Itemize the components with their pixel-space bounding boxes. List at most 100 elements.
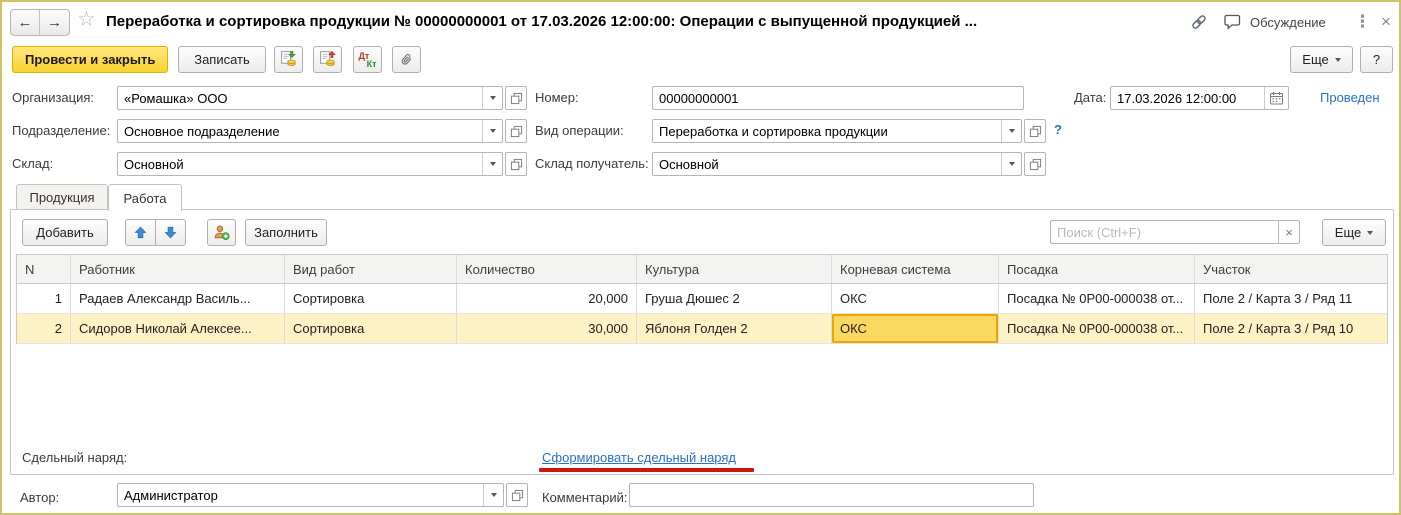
- debit-credit-button[interactable]: Дт Кт: [353, 46, 382, 73]
- grid-more-button[interactable]: Еще: [1322, 219, 1386, 246]
- tab-work[interactable]: Работа: [108, 184, 182, 211]
- cell-plot[interactable]: Поле 2 / Карта 3 / Ряд 11: [1195, 284, 1387, 313]
- arrow-up-icon: [134, 226, 147, 239]
- move-row-up-button[interactable]: [125, 219, 156, 246]
- chevron-down-icon: [1334, 57, 1341, 62]
- cell-quantity[interactable]: 20,000: [457, 284, 637, 313]
- more-menu-icon[interactable]: ⋮: [1354, 12, 1371, 32]
- close-icon[interactable]: ×: [1381, 12, 1391, 32]
- page-title: Переработка и сортировка продукции № 000…: [106, 13, 978, 30]
- calendar-icon[interactable]: [1264, 87, 1288, 109]
- organization-open-button[interactable]: [505, 86, 527, 110]
- dropdown-arrow-icon[interactable]: [482, 120, 502, 142]
- tab-products[interactable]: Продукция: [16, 184, 108, 209]
- organization-field[interactable]: «Ромашка» ООО: [117, 86, 503, 110]
- cell-work-type[interactable]: Сортировка: [285, 314, 457, 343]
- comment-input[interactable]: [629, 483, 1034, 507]
- discussion-label[interactable]: Обсуждение: [1250, 15, 1326, 30]
- attachments-button[interactable]: [392, 46, 421, 73]
- cell-worker[interactable]: Радаев Александр Василь...: [71, 284, 285, 313]
- department-open-button[interactable]: [505, 119, 527, 143]
- author-open-button[interactable]: [506, 483, 528, 507]
- date-field[interactable]: 17.03.2026 12:00:00: [1110, 86, 1289, 110]
- status-badge: Проведен: [1320, 90, 1380, 105]
- move-row-down-button[interactable]: [155, 219, 186, 246]
- back-icon[interactable]: ←: [11, 10, 40, 35]
- dropdown-arrow-icon[interactable]: [482, 87, 502, 109]
- dropdown-arrow-icon[interactable]: [1001, 153, 1021, 175]
- unpost-document-button[interactable]: [313, 46, 342, 73]
- more-button[interactable]: Еще: [1290, 46, 1353, 73]
- clear-search-icon[interactable]: ×: [1278, 220, 1300, 244]
- nav-history-group: ← →: [10, 9, 70, 36]
- comment-label: Комментарий:: [542, 490, 628, 505]
- paperclip-icon: [396, 49, 417, 70]
- unpost-document-icon: [319, 50, 336, 70]
- cell-worker[interactable]: Сидоров Николай Алексее...: [71, 314, 285, 343]
- cell-work-type[interactable]: Сортировка: [285, 284, 457, 313]
- table-row[interactable]: 1 Радаев Александр Василь... Сортировка …: [16, 284, 1388, 314]
- cell-culture[interactable]: Груша Дюшес 2: [637, 284, 832, 313]
- write-button[interactable]: Записать: [178, 46, 266, 73]
- dropdown-arrow-icon[interactable]: [1001, 120, 1021, 142]
- red-underline-annotation: [539, 468, 754, 472]
- table-row-selected[interactable]: 2 Сидоров Николай Алексее... Сортировка …: [16, 314, 1388, 344]
- open-form-icon: [1029, 125, 1041, 137]
- fill-button[interactable]: Заполнить: [245, 219, 327, 246]
- dropdown-arrow-icon[interactable]: [483, 484, 503, 506]
- cell-quantity[interactable]: 30,000: [457, 314, 637, 343]
- column-header-quantity[interactable]: Количество: [457, 255, 637, 283]
- warehouse-receiver-field[interactable]: Основной: [652, 152, 1022, 176]
- pick-employee-button[interactable]: [207, 219, 236, 246]
- warehouse-label: Склад:: [12, 156, 54, 171]
- cell-n[interactable]: 2: [17, 314, 71, 343]
- warehouse-receiver-label: Склад получатель:: [535, 156, 649, 171]
- operation-kind-help-icon[interactable]: ?: [1054, 122, 1062, 137]
- post-document-button[interactable]: [274, 46, 303, 73]
- operation-kind-label: Вид операции:: [535, 123, 624, 138]
- warehouse-field[interactable]: Основной: [117, 152, 503, 176]
- column-header-culture[interactable]: Культура: [637, 255, 832, 283]
- dropdown-arrow-icon[interactable]: [482, 153, 502, 175]
- document-window: ← → ☆ Переработка и сортировка продукции…: [0, 0, 1401, 515]
- operation-kind-open-button[interactable]: [1024, 119, 1046, 143]
- copy-link-icon[interactable]: [1190, 13, 1208, 36]
- arrow-down-icon: [164, 226, 177, 239]
- warehouse-receiver-open-button[interactable]: [1024, 152, 1046, 176]
- organization-label: Организация:: [12, 90, 95, 105]
- chevron-down-icon: [1367, 230, 1374, 235]
- column-header-planting[interactable]: Посадка: [999, 255, 1195, 283]
- post-and-close-button[interactable]: Провести и закрыть: [12, 46, 169, 73]
- generate-piecework-link[interactable]: Сформировать сдельный наряд: [542, 450, 736, 465]
- column-header-work-type[interactable]: Вид работ: [285, 255, 457, 283]
- cell-n[interactable]: 1: [17, 284, 71, 313]
- cell-planting[interactable]: Посадка № 0Р00-000038 от...: [999, 314, 1195, 343]
- author-field[interactable]: Администратор: [117, 483, 504, 507]
- help-button[interactable]: ?: [1360, 46, 1393, 73]
- column-header-worker[interactable]: Работник: [71, 255, 285, 283]
- department-label: Подразделение:: [12, 123, 111, 138]
- cell-planting[interactable]: Посадка № 0Р00-000038 от...: [999, 284, 1195, 313]
- search-input[interactable]: [1050, 220, 1278, 244]
- piecework-label: Сдельный наряд:: [22, 450, 128, 465]
- add-row-button[interactable]: Добавить: [22, 219, 108, 246]
- discussion-bubble-icon[interactable]: [1223, 14, 1242, 35]
- forward-icon[interactable]: →: [40, 10, 69, 35]
- cell-plot[interactable]: Поле 2 / Карта 3 / Ряд 10: [1195, 314, 1387, 343]
- favorite-star-icon[interactable]: ☆: [77, 9, 96, 31]
- column-header-n[interactable]: N: [17, 255, 71, 283]
- open-form-icon: [510, 158, 522, 170]
- column-header-plot[interactable]: Участок: [1195, 255, 1387, 283]
- date-label: Дата:: [1074, 90, 1107, 105]
- cell-root-system[interactable]: ОКС: [832, 284, 999, 313]
- column-header-root-system[interactable]: Корневая система: [832, 255, 999, 283]
- person-add-icon: [214, 225, 230, 241]
- cell-root-system-active[interactable]: ОКС: [832, 314, 999, 343]
- department-field[interactable]: Основное подразделение: [117, 119, 503, 143]
- number-field[interactable]: 00000000001: [652, 86, 1024, 110]
- operation-kind-field[interactable]: Переработка и сортировка продукции: [652, 119, 1022, 143]
- warehouse-open-button[interactable]: [505, 152, 527, 176]
- post-document-icon: [280, 50, 297, 70]
- open-form-icon: [1029, 158, 1041, 170]
- cell-culture[interactable]: Яблоня Голден 2: [637, 314, 832, 343]
